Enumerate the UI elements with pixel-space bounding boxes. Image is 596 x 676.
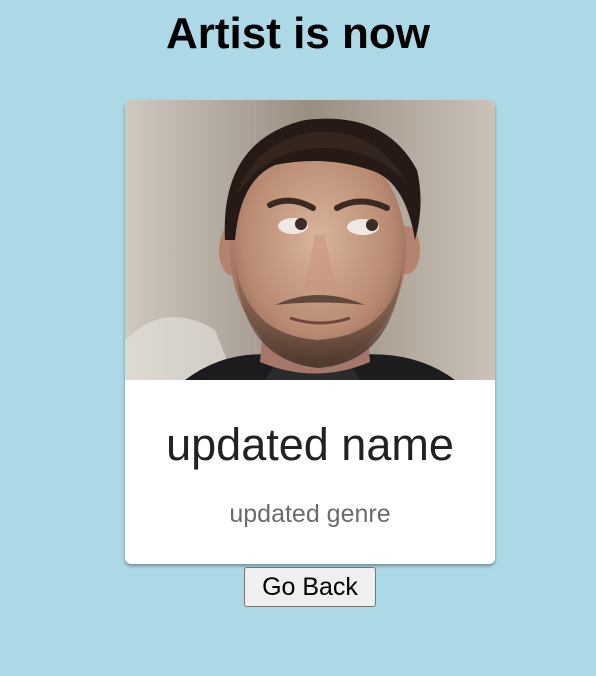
artist-genre: updated genre [229, 500, 391, 528]
go-back-button[interactable]: Go Back [244, 567, 376, 607]
artist-photo [125, 100, 495, 380]
artist-card [125, 100, 495, 564]
page-title: Artist is now [165, 9, 431, 58]
artist-name: updated name [166, 419, 454, 470]
